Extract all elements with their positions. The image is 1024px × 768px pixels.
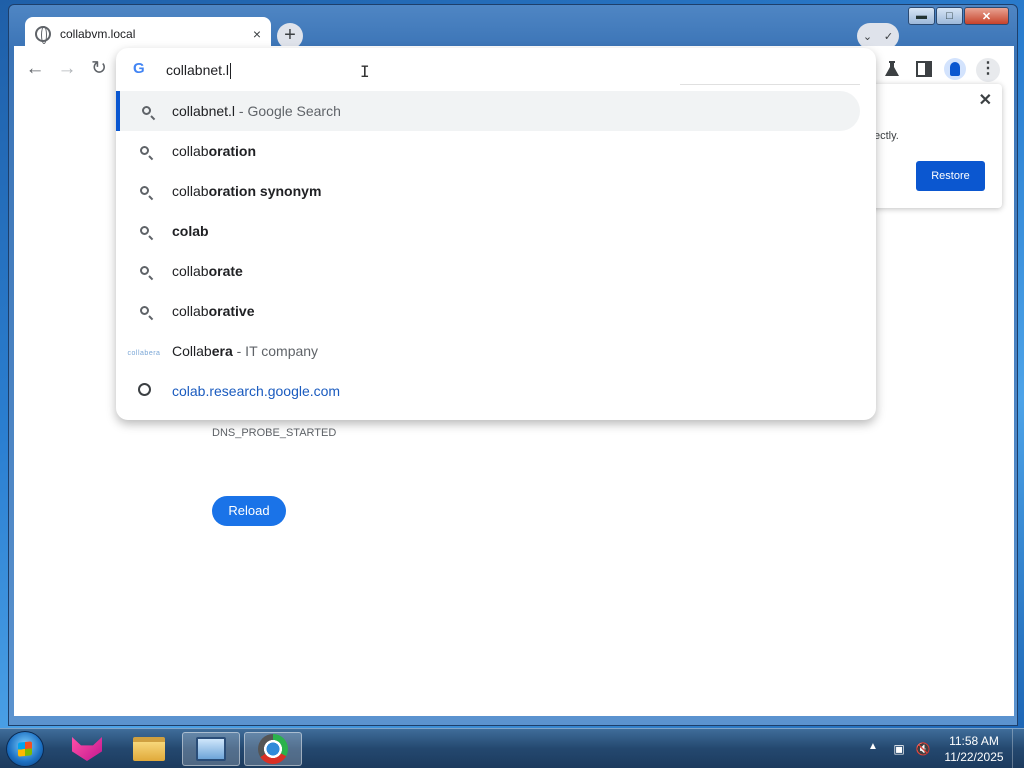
omnibox-input-row[interactable]: G collabnet.l I <box>116 48 876 88</box>
globe-icon <box>35 26 51 44</box>
show-desktop-button[interactable] <box>1012 729 1024 768</box>
taskbar-app-explorer[interactable] <box>120 732 178 766</box>
clock-time: 11:58 AM <box>949 734 999 748</box>
search-icon <box>120 104 172 118</box>
collabera-logo-icon: collabera <box>127 350 161 357</box>
reload-button[interactable]: Reload <box>212 496 286 526</box>
omnibox-divider <box>680 84 860 85</box>
suggestion-text: collaboration <box>172 143 257 159</box>
restore-pages-bubble: ✕ ectly. Restore <box>862 84 1002 208</box>
network-icon[interactable]: ▣ <box>891 741 907 757</box>
restore-button[interactable]: Restore <box>916 161 985 191</box>
suggestion-item[interactable]: collabnet.l - Google Search <box>116 91 860 131</box>
reload-icon[interactable]: ↻ <box>88 58 110 80</box>
maximize-button[interactable]: □ <box>936 7 963 25</box>
chevron-down-icon: ⌄ <box>862 30 873 43</box>
suggestion-text: colab <box>172 223 209 239</box>
window-controls: ▬ □ ✕ <box>907 7 1009 25</box>
suggestion-item[interactable]: collaboration <box>116 131 860 171</box>
suggestion-text: collaborative <box>172 303 255 319</box>
suggestion-text: collaboration synonym <box>172 183 322 199</box>
search-icon <box>116 224 172 238</box>
restore-message: ectly. <box>874 130 899 142</box>
taskbar: ▲ ▣ 🔇 11:58 AM 11/22/2025 <box>0 728 1024 768</box>
tab-title: collabvm.local <box>60 27 136 41</box>
monitor-icon <box>196 737 226 761</box>
omnibox-input[interactable]: collabnet.l <box>166 62 232 80</box>
suggestion-item[interactable]: colab <box>116 211 860 251</box>
tray-expand-icon[interactable]: ▲ <box>868 741 878 752</box>
forward-icon[interactable]: → <box>56 58 78 80</box>
chrome-icon <box>258 734 288 764</box>
minimize-button[interactable]: ▬ <box>908 7 935 25</box>
back-icon[interactable]: ← <box>24 58 46 80</box>
suggestion-item[interactable]: collaborate <box>116 251 860 291</box>
suggestion-text: collabnet.l - Google Search <box>172 103 341 119</box>
labs-flask-icon[interactable] <box>882 59 902 79</box>
suggestion-item[interactable]: collaboration synonym <box>116 171 860 211</box>
menu-kebab-icon[interactable]: ⋮ <box>976 58 1000 82</box>
google-g-icon: G <box>133 60 145 77</box>
search-icon <box>116 304 172 318</box>
error-code: DNS_PROBE_STARTED <box>212 427 337 439</box>
taskbar-app-chrome[interactable] <box>244 732 302 766</box>
folder-icon <box>133 737 165 761</box>
suggestion-link: colab.research.google.com <box>172 383 341 399</box>
bubble-close-icon[interactable]: ✕ <box>979 90 992 110</box>
window-close-button[interactable]: ✕ <box>964 7 1009 25</box>
fox-app-icon <box>72 737 102 761</box>
side-panel-icon[interactable] <box>914 59 934 79</box>
search-icon <box>116 184 172 198</box>
taskbar-app-fox[interactable] <box>58 732 116 766</box>
taskbar-app-monitor[interactable] <box>182 732 240 766</box>
search-icon <box>116 144 172 158</box>
profile-avatar-icon[interactable] <box>944 58 966 80</box>
volume-muted-icon[interactable]: 🔇 <box>915 741 931 757</box>
suggestion-item[interactable]: colab.research.google.com <box>116 371 860 411</box>
suggestion-item[interactable]: collabera Collabera - IT company <box>116 331 860 371</box>
suggestion-text: Collabera - IT company <box>172 343 319 359</box>
omnibox-dropdown: G collabnet.l I collabnet.l - Google Sea… <box>116 48 876 420</box>
start-button[interactable] <box>6 731 44 767</box>
suggestion-text: collaborate <box>172 263 243 279</box>
clock-date: 11/22/2025 <box>944 750 1004 764</box>
check-icon: ✓ <box>883 30 894 43</box>
text-cursor-icon: I <box>360 62 370 81</box>
search-icon <box>116 264 172 278</box>
tab-close-icon[interactable]: × <box>253 26 261 42</box>
globe-icon <box>116 383 172 399</box>
suggestion-item[interactable]: collaborative <box>116 291 860 331</box>
taskbar-clock[interactable]: 11:58 AM 11/22/2025 <box>940 733 1008 765</box>
